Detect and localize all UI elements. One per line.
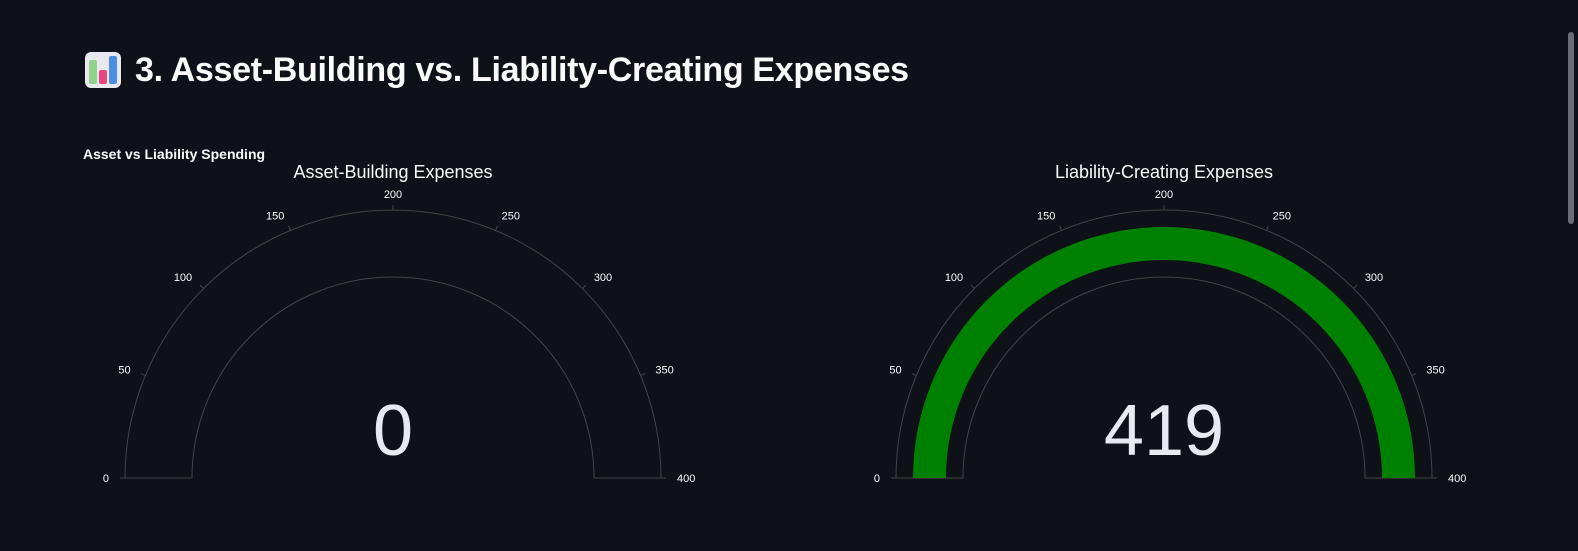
gauge-figure: Asset-Building Expenses 0 50 100 150 200 250 30…	[83, 150, 1543, 510]
gauge-tick-label: 50	[118, 364, 130, 376]
gauge-tick-label: 400	[1448, 473, 1466, 485]
bar-chart-icon	[85, 52, 121, 88]
gauge-tick	[140, 373, 146, 376]
gauge-value: 419	[1104, 391, 1224, 471]
gauge-tick	[911, 373, 917, 376]
gauge-tick-label: 150	[266, 211, 284, 223]
gauge-tick	[1266, 225, 1269, 231]
gauge-svg: Asset-Building Expenses 0 50 100 150 200 250 30…	[103, 162, 1466, 485]
gauge-tick-label: 400	[677, 473, 695, 485]
gauge-tick-label: 300	[594, 272, 612, 284]
gauge-tick-label: 0	[103, 473, 109, 485]
gauge-tick-label: 100	[174, 272, 192, 284]
scrollbar-thumb[interactable]	[1568, 32, 1574, 224]
gauge-title: Liability-Creating Expenses	[1055, 162, 1273, 182]
section-title: 3. Asset-Building vs. Liability-Creating…	[135, 50, 909, 89]
scrollbar[interactable]	[1566, 0, 1578, 551]
gauge-asset-building: Asset-Building Expenses 0 50 100 150 200 250 30…	[103, 162, 695, 485]
gauge-tick-label: 350	[1426, 364, 1444, 376]
gauge-tick-label: 200	[1155, 189, 1173, 201]
gauge-tick	[640, 373, 646, 376]
gauge-tick-label: 150	[1037, 211, 1055, 223]
gauge-tick	[582, 284, 587, 289]
page: 3. Asset-Building vs. Liability-Creating…	[0, 0, 1578, 551]
gauge-tick-label: 300	[1365, 272, 1383, 284]
gauge-tick-label: 350	[655, 364, 673, 376]
gauge-tick-label: 250	[502, 211, 520, 223]
gauge-tick-label: 100	[945, 272, 963, 284]
gauge-value: 0	[373, 391, 413, 471]
gauge-liability-creating: Liability-Creating Expenses 0 50 100 150 200 2…	[874, 162, 1466, 485]
gauge-title: Asset-Building Expenses	[293, 162, 492, 182]
gauge-tick-label: 50	[889, 364, 901, 376]
gauge-tick	[1411, 373, 1417, 376]
gauge-tick	[288, 225, 291, 231]
gauge-tick-label: 0	[874, 473, 880, 485]
section-heading: 3. Asset-Building vs. Liability-Creating…	[83, 50, 909, 90]
gauge-tick	[495, 225, 498, 231]
gauge-tick	[199, 284, 204, 289]
gauge-tick	[1353, 284, 1358, 289]
gauge-tick-label: 200	[384, 189, 402, 201]
gauge-tick-label: 250	[1273, 211, 1291, 223]
gauge-tick	[970, 284, 975, 289]
gauge-tick	[1059, 225, 1062, 231]
